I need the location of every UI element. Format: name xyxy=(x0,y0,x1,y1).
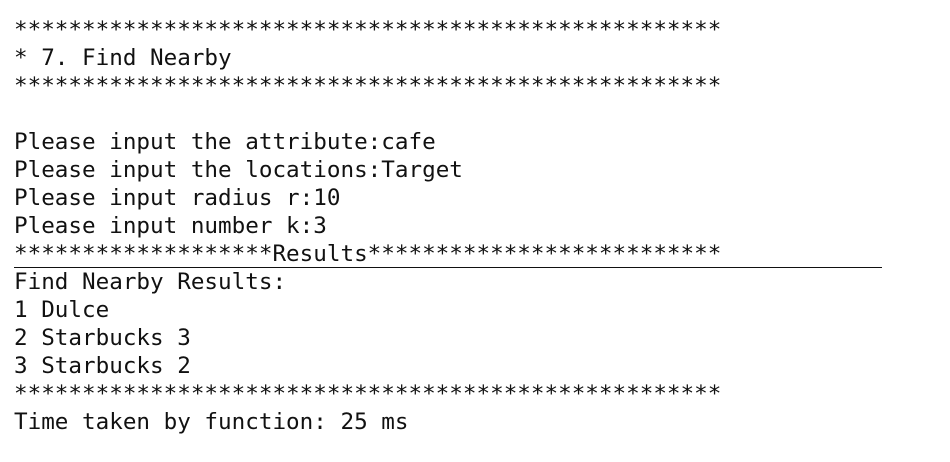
prompt-number: Please input number k:3 xyxy=(14,212,936,240)
prompt-value: Target xyxy=(381,157,463,183)
footer-border: ****************************************… xyxy=(14,381,722,407)
results-divider: *******************Results**************… xyxy=(14,240,882,268)
result-item: 1 Dulce xyxy=(14,297,110,323)
prompt-value: 3 xyxy=(313,213,327,239)
result-item: 2 Starbucks 3 xyxy=(14,325,191,351)
prompt-value: 10 xyxy=(313,185,341,211)
prompt-label: Please input radius r: xyxy=(14,185,314,211)
timing-output: Time taken by function: 25 ms xyxy=(14,409,409,435)
prompt-label: Please input the attribute: xyxy=(14,129,382,155)
results-heading: Find Nearby Results: xyxy=(14,269,287,295)
prompt-locations: Please input the locations:Target xyxy=(14,156,936,184)
prompt-label: Please input the locations: xyxy=(14,157,382,183)
result-item: 3 Starbucks 2 xyxy=(14,353,191,379)
terminal-output: ****************************************… xyxy=(14,16,936,436)
header-top-border: ****************************************… xyxy=(14,17,722,43)
prompt-value: cafe xyxy=(381,129,436,155)
section-title: * 7. Find Nearby xyxy=(14,45,232,71)
header-bottom-border: ****************************************… xyxy=(14,73,722,99)
prompt-label: Please input number k: xyxy=(14,213,314,239)
prompt-attribute: Please input the attribute:cafe xyxy=(14,128,936,156)
prompt-radius: Please input radius r:10 xyxy=(14,184,936,212)
